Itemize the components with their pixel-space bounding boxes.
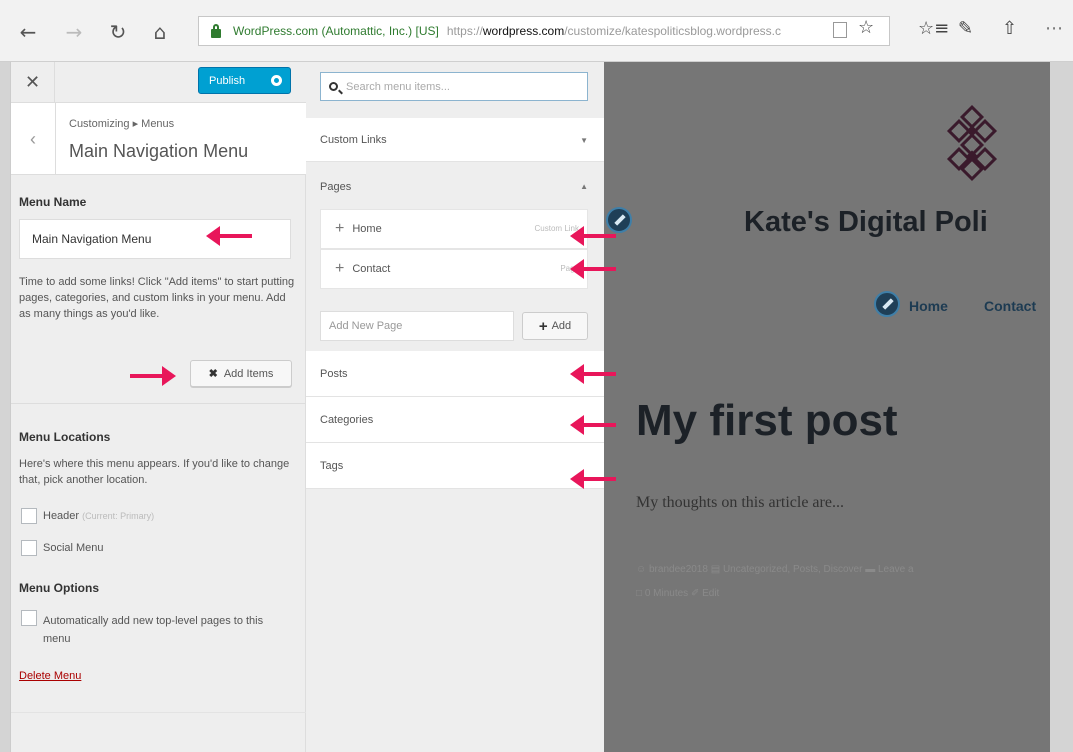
header-location-label: Header (Current: Primary) bbox=[43, 510, 155, 522]
more-ellipsis-icon[interactable]: ⋯ bbox=[1045, 18, 1063, 39]
annotation-arrow-icon bbox=[570, 259, 616, 279]
search-icon bbox=[329, 82, 338, 91]
close-icon[interactable]: ✕ bbox=[11, 62, 55, 103]
scrollbar-gutter bbox=[1050, 62, 1073, 752]
search-menu-items-input[interactable]: Search menu items... bbox=[320, 72, 588, 101]
site-title[interactable]: Kate's Digital Poli bbox=[744, 206, 988, 239]
site-logo-icon bbox=[946, 104, 998, 182]
annotation-arrow-icon bbox=[570, 415, 616, 435]
post-title[interactable]: My first post bbox=[636, 396, 898, 446]
plus-icon: + bbox=[335, 220, 345, 237]
add-items-button[interactable]: ✖ Add Items bbox=[190, 360, 292, 387]
plus-icon: + bbox=[538, 317, 548, 335]
back-arrow-icon[interactable]: ← bbox=[14, 18, 42, 46]
section-title: Main Navigation Menu bbox=[69, 141, 249, 161]
divider bbox=[11, 403, 306, 404]
pages-label: Pages bbox=[320, 181, 352, 193]
page-item-contact[interactable]: + Contact Page bbox=[320, 249, 588, 289]
posts-section[interactable]: Posts bbox=[306, 351, 604, 397]
categories-label: Categories bbox=[320, 413, 374, 426]
menu-options-label: Menu Options bbox=[19, 581, 99, 595]
auto-add-pages-label: Automatically add new top-level pages to… bbox=[43, 615, 264, 645]
share-icon[interactable]: ⇧ bbox=[1002, 18, 1017, 39]
post-meta-line: ☺ brandee2018 ▤ Uncategorized, Posts, Di… bbox=[636, 564, 914, 575]
forward-arrow-icon[interactable]: → bbox=[60, 18, 88, 46]
lock-icon bbox=[211, 23, 221, 38]
plus-icon: + bbox=[335, 260, 345, 277]
post-meta-line: □ 0 Minutes ✐ Edit bbox=[636, 588, 720, 599]
annotation-arrow-icon bbox=[206, 226, 252, 246]
annotation-arrow-icon bbox=[570, 469, 616, 489]
publish-label: Publish bbox=[209, 74, 246, 87]
collapse-arrow-icon: ▲ bbox=[580, 182, 588, 191]
add-items-label: Add Items bbox=[223, 367, 274, 380]
home-icon[interactable]: ⌂ bbox=[146, 18, 174, 46]
close-x-icon: ✖ bbox=[208, 368, 218, 380]
url-host: wordpress.com bbox=[482, 24, 565, 38]
customizer-header: ✕ Publish bbox=[11, 62, 306, 103]
page-item-label: Home bbox=[352, 223, 382, 235]
url-path: /customize/katespoliticsblog.wordpress.c bbox=[564, 24, 781, 38]
web-note-pen-icon[interactable]: ✎ bbox=[958, 18, 973, 39]
menu-help-text: Time to add some links! Click "Add items… bbox=[19, 276, 295, 320]
add-label: Add bbox=[551, 320, 572, 332]
edit-pencil-icon[interactable] bbox=[874, 291, 900, 317]
gear-icon[interactable] bbox=[271, 75, 282, 86]
delete-menu-link[interactable]: Delete Menu bbox=[19, 670, 81, 682]
customizer-panel: ✕ Publish ‹ Customizing ▸ Menus Main Nav… bbox=[10, 62, 306, 752]
nav-link-contact[interactable]: Contact bbox=[984, 298, 1036, 314]
add-page-button[interactable]: + Add bbox=[522, 312, 588, 340]
site-preview: Kate's Digital Poli Home Contact My firs… bbox=[604, 62, 1050, 752]
custom-links-label: Custom Links bbox=[320, 133, 387, 146]
pages-section-header[interactable]: Pages ▲ bbox=[306, 166, 604, 208]
annotation-arrow-icon bbox=[130, 366, 176, 386]
url-scheme: https:// bbox=[446, 24, 483, 38]
browser-toolbar: ← → ↻ ⌂ WordPress.com (Automattic, Inc.)… bbox=[0, 0, 1073, 62]
post-excerpt: My thoughts on this article are... bbox=[636, 494, 844, 511]
publish-button[interactable]: Publish bbox=[198, 67, 291, 94]
nav-link-home[interactable]: Home bbox=[909, 298, 948, 314]
annotation-arrow-icon bbox=[570, 364, 616, 384]
breadcrumb: Customizing ▸ Menus bbox=[69, 118, 175, 130]
menu-locations-label: Menu Locations bbox=[19, 430, 111, 444]
search-placeholder: Search menu items... bbox=[346, 80, 450, 93]
reload-icon[interactable]: ↻ bbox=[104, 18, 132, 46]
menu-name-label: Menu Name bbox=[19, 195, 87, 209]
custom-links-section[interactable]: Custom Links ▼ bbox=[306, 118, 604, 162]
header-location-checkbox[interactable] bbox=[21, 508, 37, 524]
tags-label: Tags bbox=[320, 459, 344, 472]
expand-arrow-icon: ▼ bbox=[580, 136, 588, 145]
social-menu-label: Social Menu bbox=[43, 542, 104, 554]
section-title-bar: ‹ Customizing ▸ Menus Main Navigation Me… bbox=[11, 103, 306, 175]
post-meta: ☺ brandee2018 ▤ Uncategorized, Posts, Di… bbox=[636, 558, 1050, 606]
certificate-label: WordPress.com (Automattic, Inc.) [US] bbox=[233, 24, 439, 38]
favorite-star-icon[interactable]: ☆ bbox=[858, 17, 874, 38]
tags-section[interactable]: Tags bbox=[306, 443, 604, 489]
categories-section[interactable]: Categories bbox=[306, 397, 604, 443]
annotation-arrow-icon bbox=[570, 226, 616, 246]
favorites-hub-icon[interactable]: ☆≡ bbox=[918, 18, 949, 39]
add-new-page-input[interactable]: Add New Page bbox=[320, 311, 514, 341]
auto-add-pages-checkbox[interactable] bbox=[21, 610, 37, 626]
page-item-label: Contact bbox=[352, 263, 391, 275]
posts-label: Posts bbox=[320, 367, 348, 380]
divider bbox=[11, 712, 306, 713]
page-item-home[interactable]: + Home Custom Link bbox=[320, 209, 588, 249]
available-menu-items-panel: Search menu items... Custom Links ▼ Page… bbox=[306, 62, 604, 752]
social-menu-checkbox[interactable] bbox=[21, 540, 37, 556]
menu-locations-help: Here's where this menu appears. If you'd… bbox=[19, 458, 290, 486]
reading-view-icon[interactable] bbox=[833, 22, 847, 38]
address-bar[interactable]: WordPress.com (Automattic, Inc.) [US] ht… bbox=[198, 16, 890, 46]
back-chevron-icon[interactable]: ‹ bbox=[11, 103, 56, 175]
